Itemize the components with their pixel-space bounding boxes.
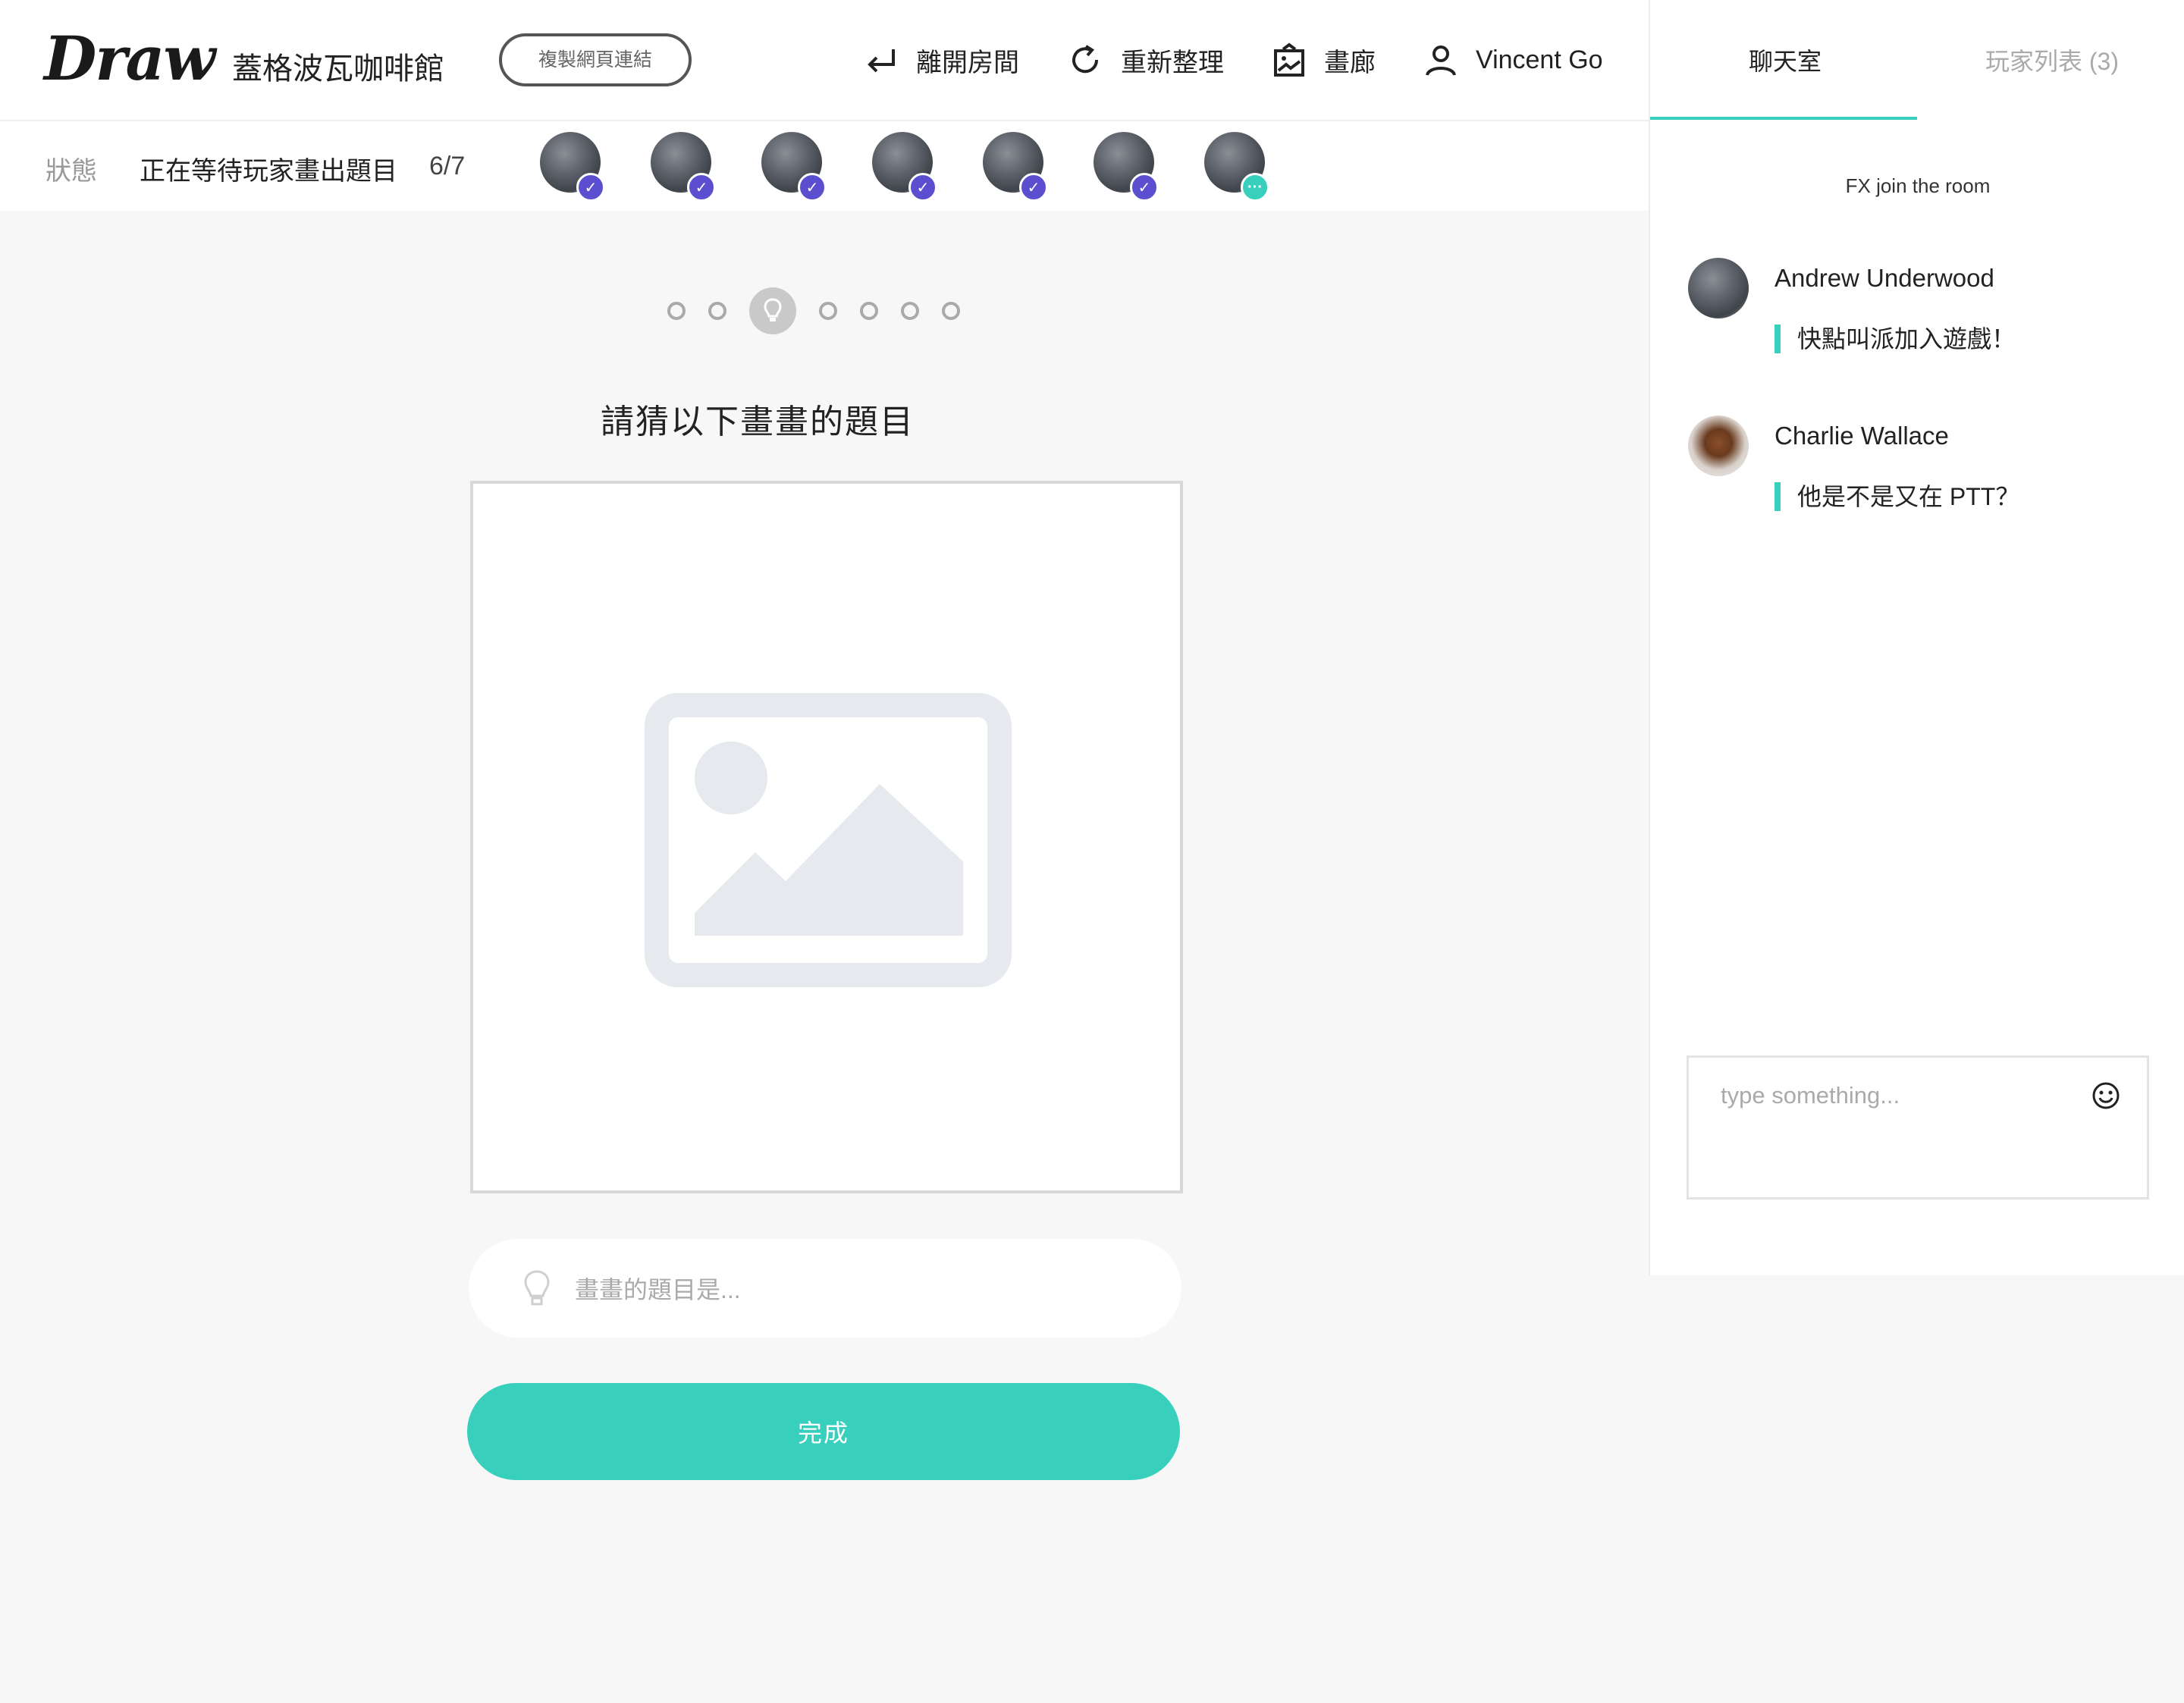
emoji-icon[interactable] [2091,1080,2121,1111]
check-icon: ✓ [687,173,716,202]
refresh-label: 重新整理 [1121,48,1224,77]
user-name: Vincent Go [1476,45,1603,74]
message-author: Charlie Wallace [1774,422,1949,450]
status-count: 6/7 [429,152,466,180]
chat-panel: 聊天室 玩家列表 (3) FX join the room Andrew Und… [1649,0,2184,1275]
gallery-button[interactable]: 畫廊 [1271,41,1376,79]
lightbulb-icon [524,1270,550,1306]
done-button[interactable]: 完成 [467,1383,1180,1480]
leave-room-label: 離開房間 [916,48,1019,77]
check-icon: ✓ [576,173,605,202]
status-bar: 狀態 正在等待玩家畫出題目 6/7 ✓ ✓ ✓ ✓ ✓ ✓ ··· [0,121,1649,211]
progress-dot [860,302,878,320]
system-message: FX join the room [1845,174,1991,197]
status-label: 狀態 [46,157,97,186]
progress-dot-current [749,287,796,334]
room-name: 蓋格波瓦咖啡館 [232,52,444,86]
avatar [1688,258,1749,318]
player-avatar[interactable]: ✓ [761,132,827,202]
progress-dot [819,302,837,320]
avatar [1688,416,1749,476]
guess-input[interactable]: 畫畫的題目是... [469,1239,1181,1338]
top-bar: Draw 蓋格波瓦咖啡館 複製網頁連結 離開房間 重新整理 畫廊 Vincent… [0,0,1649,121]
user-icon [1426,45,1456,76]
tab-chat[interactable]: 聊天室 [1749,42,1822,77]
gallery-icon [1274,42,1304,77]
check-icon: ✓ [798,173,827,202]
user-menu[interactable]: Vincent Go [1423,41,1603,79]
check-icon: ✓ [1019,173,1048,202]
copy-link-button[interactable]: 複製網頁連結 [499,33,692,86]
lightbulb-icon [764,298,782,321]
progress-dot [667,302,686,320]
player-avatar[interactable]: ✓ [1094,132,1159,202]
image-placeholder-icon [645,693,1012,987]
check-icon: ✓ [1130,173,1159,202]
main-area: Draw 蓋格波瓦咖啡館 複製網頁連結 離開房間 重新整理 畫廊 Vincent… [0,0,1649,1703]
message-text: 快點叫派加入遊戲！ [1774,325,2016,353]
player-avatar[interactable]: ✓ [540,132,605,202]
active-tab-indicator [1650,117,1917,120]
progress-dot [942,302,960,320]
guess-prompt-title: 請猜以下畫畫的題目 [601,403,915,441]
player-avatar[interactable]: ✓ [651,132,716,202]
gallery-label: 畫廊 [1324,48,1376,77]
check-icon: ✓ [908,173,937,202]
guess-input-placeholder: 畫畫的題目是... [575,1276,741,1303]
player-avatar[interactable]: ··· [1204,132,1269,202]
app-logo[interactable]: Draw [44,23,215,94]
drawing-canvas [470,481,1183,1193]
tab-player-list[interactable]: 玩家列表 (3) [1985,42,2119,77]
message-text: 他是不是又在 PTT？ [1774,482,2019,511]
leave-arrow-icon [868,49,895,73]
round-progress [667,287,983,335]
status-text: 正在等待玩家畫出題目 [140,157,397,186]
chat-input-placeholder: type something... [1721,1082,1900,1109]
chat-input[interactable]: type something... [1687,1055,2149,1200]
player-avatar[interactable]: ✓ [872,132,937,202]
refresh-button[interactable]: 重新整理 [1068,41,1224,79]
refresh-icon [1072,45,1099,74]
message-author: Andrew Underwood [1774,264,1994,292]
player-avatar[interactable]: ✓ [983,132,1048,202]
drawing-status-badge: ··· [1241,173,1269,202]
progress-dot [901,302,919,320]
progress-dot [708,302,726,320]
leave-room-button[interactable]: 離開房間 [863,41,1019,79]
